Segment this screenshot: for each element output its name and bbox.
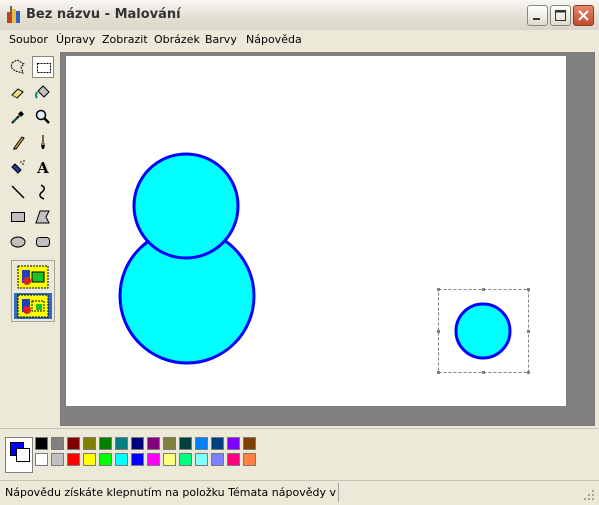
resize-grip-icon[interactable] bbox=[583, 489, 595, 501]
tool-polygon[interactable] bbox=[32, 206, 54, 228]
canvas-workspace bbox=[60, 52, 595, 426]
palette-swatch[interactable] bbox=[179, 437, 192, 450]
palette-swatch[interactable] bbox=[83, 437, 96, 450]
tool-rectangle[interactable] bbox=[7, 206, 29, 228]
tool-fill[interactable] bbox=[32, 81, 54, 103]
tool-free-form-select[interactable] bbox=[7, 56, 29, 78]
palette-swatch[interactable] bbox=[67, 453, 80, 466]
menu-file[interactable]: Soubor bbox=[9, 33, 48, 46]
fill-bucket-icon bbox=[35, 85, 50, 99]
menu-bar: Soubor Úpravy Zobrazit Obrázek Barvy Náp… bbox=[0, 30, 599, 50]
paint-window: Bez názvu - Malování Soubor Úpravy Zobra… bbox=[0, 0, 599, 505]
brush-icon bbox=[41, 135, 45, 149]
tool-eraser[interactable] bbox=[7, 81, 29, 103]
svg-text:A: A bbox=[36, 159, 49, 176]
magnifier-icon bbox=[35, 109, 50, 124]
palette-swatch[interactable] bbox=[211, 437, 224, 450]
eyedropper-icon bbox=[11, 111, 24, 124]
palette-swatch[interactable] bbox=[51, 453, 64, 466]
pencil-icon bbox=[13, 136, 25, 150]
ellipse-icon bbox=[10, 236, 26, 248]
palette-swatch[interactable] bbox=[83, 453, 96, 466]
rounded-rectangle-icon bbox=[36, 237, 50, 247]
tool-text[interactable]: A bbox=[32, 156, 54, 178]
palette-swatch[interactable] bbox=[147, 437, 160, 450]
paint-app-icon bbox=[7, 6, 20, 23]
palette-swatch[interactable] bbox=[195, 437, 208, 450]
polygon-icon bbox=[35, 210, 50, 224]
tool-curve[interactable] bbox=[32, 181, 54, 203]
menu-image[interactable]: Obrázek bbox=[154, 33, 200, 46]
palette-swatch[interactable] bbox=[179, 453, 192, 466]
palette-swatch[interactable] bbox=[115, 437, 128, 450]
drawing-canvas[interactable] bbox=[66, 56, 566, 406]
palette-swatch[interactable] bbox=[243, 437, 256, 450]
tool-select-rectangle[interactable] bbox=[32, 56, 54, 78]
palette-swatch[interactable] bbox=[99, 437, 112, 450]
palette-swatch[interactable] bbox=[227, 453, 240, 466]
palette-swatch[interactable] bbox=[51, 437, 64, 450]
tool-ellipse[interactable] bbox=[7, 231, 29, 253]
palette-swatch[interactable] bbox=[131, 453, 144, 466]
status-bar: Nápovědu získáte klepnutím na položku Té… bbox=[0, 480, 599, 505]
palette-swatch[interactable] bbox=[147, 453, 160, 466]
menu-view[interactable]: Zobrazit bbox=[102, 33, 148, 46]
palette-swatch[interactable] bbox=[115, 453, 128, 466]
palette-swatch[interactable] bbox=[35, 437, 48, 450]
tool-box: A bbox=[3, 52, 59, 430]
palette-swatch[interactable] bbox=[163, 437, 176, 450]
tool-rounded-rectangle[interactable] bbox=[32, 231, 54, 253]
transparent-selection-option[interactable] bbox=[14, 293, 52, 319]
tool-airbrush[interactable] bbox=[7, 156, 29, 178]
canvas-drawing bbox=[118, 152, 530, 374]
current-colors[interactable] bbox=[5, 437, 33, 473]
free-form-select-icon bbox=[10, 59, 25, 74]
small-selected-circle[interactable] bbox=[454, 302, 512, 360]
rectangle-icon bbox=[11, 212, 25, 222]
airbrush-icon bbox=[11, 160, 25, 174]
opaque-selection-option[interactable] bbox=[14, 264, 52, 290]
line-icon bbox=[11, 185, 25, 199]
opaque-selection-icon bbox=[17, 265, 49, 289]
menu-edit[interactable]: Úpravy bbox=[56, 33, 95, 46]
palette-swatch[interactable] bbox=[195, 453, 208, 466]
palette-swatch[interactable] bbox=[243, 453, 256, 466]
palette-swatch[interactable] bbox=[99, 453, 112, 466]
minimize-button[interactable] bbox=[527, 5, 548, 26]
window-title: Bez názvu - Malování bbox=[26, 7, 181, 22]
palette-swatch[interactable] bbox=[35, 453, 48, 466]
text-icon: A bbox=[36, 159, 49, 176]
status-separator bbox=[338, 483, 339, 502]
palette-swatch[interactable] bbox=[227, 437, 240, 450]
palette-swatch[interactable] bbox=[163, 453, 176, 466]
tool-magnifier[interactable] bbox=[32, 106, 54, 128]
eraser-icon bbox=[11, 88, 24, 99]
maximize-button[interactable] bbox=[550, 5, 571, 26]
select-rectangle-icon bbox=[37, 63, 51, 73]
tool-line[interactable] bbox=[7, 181, 29, 203]
tool-brush[interactable] bbox=[32, 131, 54, 153]
transparent-selection-icon bbox=[17, 294, 49, 318]
menu-help[interactable]: Nápověda bbox=[246, 33, 302, 46]
menu-colors[interactable]: Barvy bbox=[205, 33, 237, 46]
tool-pick-color[interactable] bbox=[7, 106, 29, 128]
close-icon bbox=[578, 10, 589, 21]
curve-icon bbox=[39, 184, 45, 200]
palette-swatch[interactable] bbox=[131, 437, 144, 450]
close-button[interactable] bbox=[573, 5, 594, 26]
color-box bbox=[0, 428, 599, 481]
palette-swatch[interactable] bbox=[211, 453, 224, 466]
tool-pencil[interactable] bbox=[7, 131, 29, 153]
top-circle bbox=[132, 152, 240, 260]
status-text: Nápovědu získáte klepnutím na položku Té… bbox=[5, 486, 337, 499]
background-color bbox=[16, 448, 30, 462]
title-bar[interactable]: Bez názvu - Malování bbox=[0, 0, 599, 31]
selection-options-box bbox=[11, 260, 55, 322]
palette-swatch[interactable] bbox=[67, 437, 80, 450]
minimize-icon bbox=[533, 18, 540, 20]
maximize-icon bbox=[555, 10, 566, 21]
